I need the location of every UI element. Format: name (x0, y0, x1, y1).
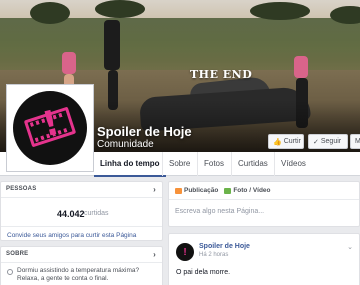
cover-tree (250, 2, 310, 20)
thumbs-up-icon: 👍 (273, 138, 282, 146)
about-card-header[interactable]: SOBRE › (1, 247, 162, 263)
post-avatar[interactable]: ! (176, 243, 194, 261)
tab-timeline[interactable]: Linha do tempo (94, 152, 166, 177)
tab-about[interactable]: Sobre (162, 152, 196, 176)
post-author[interactable]: Spoiler de Hoje (199, 243, 250, 250)
people-card: PESSOAS › 44.042 curtidas Convide seus a… (0, 181, 163, 241)
page-logo: ! (13, 91, 87, 165)
cover-figure (294, 56, 308, 78)
about-header-label: SOBRE (6, 251, 29, 257)
chevron-right-icon: › (153, 185, 156, 194)
people-card-header[interactable]: PESSOAS › (1, 182, 162, 198)
people-header-label: PESSOAS (6, 186, 37, 192)
like-button-label: Curtir (283, 138, 301, 145)
composer-tab-photo-label: Foto / Vídeo (233, 187, 271, 194)
info-icon (7, 269, 13, 275)
camera-icon (224, 187, 232, 194)
cover-overlay-text: THE END (190, 68, 253, 81)
cover-tree (30, 2, 70, 24)
likes-count: 44.042 (57, 209, 85, 219)
composer-input[interactable]: Escreva algo nesta Página... (169, 200, 359, 223)
post-text: O pai dela morre. (176, 269, 231, 276)
tab-videos[interactable]: Vídeos (274, 152, 312, 176)
page-category[interactable]: Comunidade (97, 139, 154, 150)
follow-button-label: Seguir (320, 138, 342, 145)
message-button-label: M (355, 138, 360, 145)
invite-friends-link[interactable]: Convide seus amigos para curtir esta Pág… (1, 226, 162, 243)
composer-tab-photo-video[interactable]: Foto / Vídeo (224, 187, 271, 194)
composer-tab-post[interactable]: Publicação (175, 187, 218, 194)
like-button[interactable]: 👍 Curtir (268, 134, 304, 149)
cover-tree (95, 0, 145, 18)
tab-photos[interactable]: Fotos (197, 152, 230, 176)
cover-figure (62, 52, 76, 74)
about-description: Dormiu assistindo a temperatura máxima? … (17, 267, 140, 282)
chevron-right-icon: › (153, 250, 156, 259)
likes-count-label: curtidas (84, 210, 109, 217)
chevron-down-icon[interactable]: ⌄ (347, 243, 353, 251)
page-title[interactable]: Spoiler de Hoje (97, 124, 192, 139)
check-icon: ✓ (313, 138, 319, 146)
follow-button[interactable]: ✓ Seguir (308, 134, 348, 149)
post-timestamp[interactable]: Há 2 horas (199, 252, 228, 258)
tab-likes[interactable]: Curtidas (231, 152, 274, 176)
message-button[interactable]: M (350, 134, 360, 149)
post-composer: Publicação Foto / Vídeo Escreva algo nes… (168, 181, 360, 227)
profile-picture[interactable]: ! (6, 84, 94, 172)
cover-figure (104, 20, 120, 70)
composer-tab-post-label: Publicação (184, 187, 219, 194)
post-card: ! Spoiler de Hoje Há 2 horas ⌄ O pai del… (168, 233, 360, 285)
pencil-icon (175, 187, 182, 194)
about-card: SOBRE › Dormiu assistindo a temperatura … (0, 246, 163, 285)
